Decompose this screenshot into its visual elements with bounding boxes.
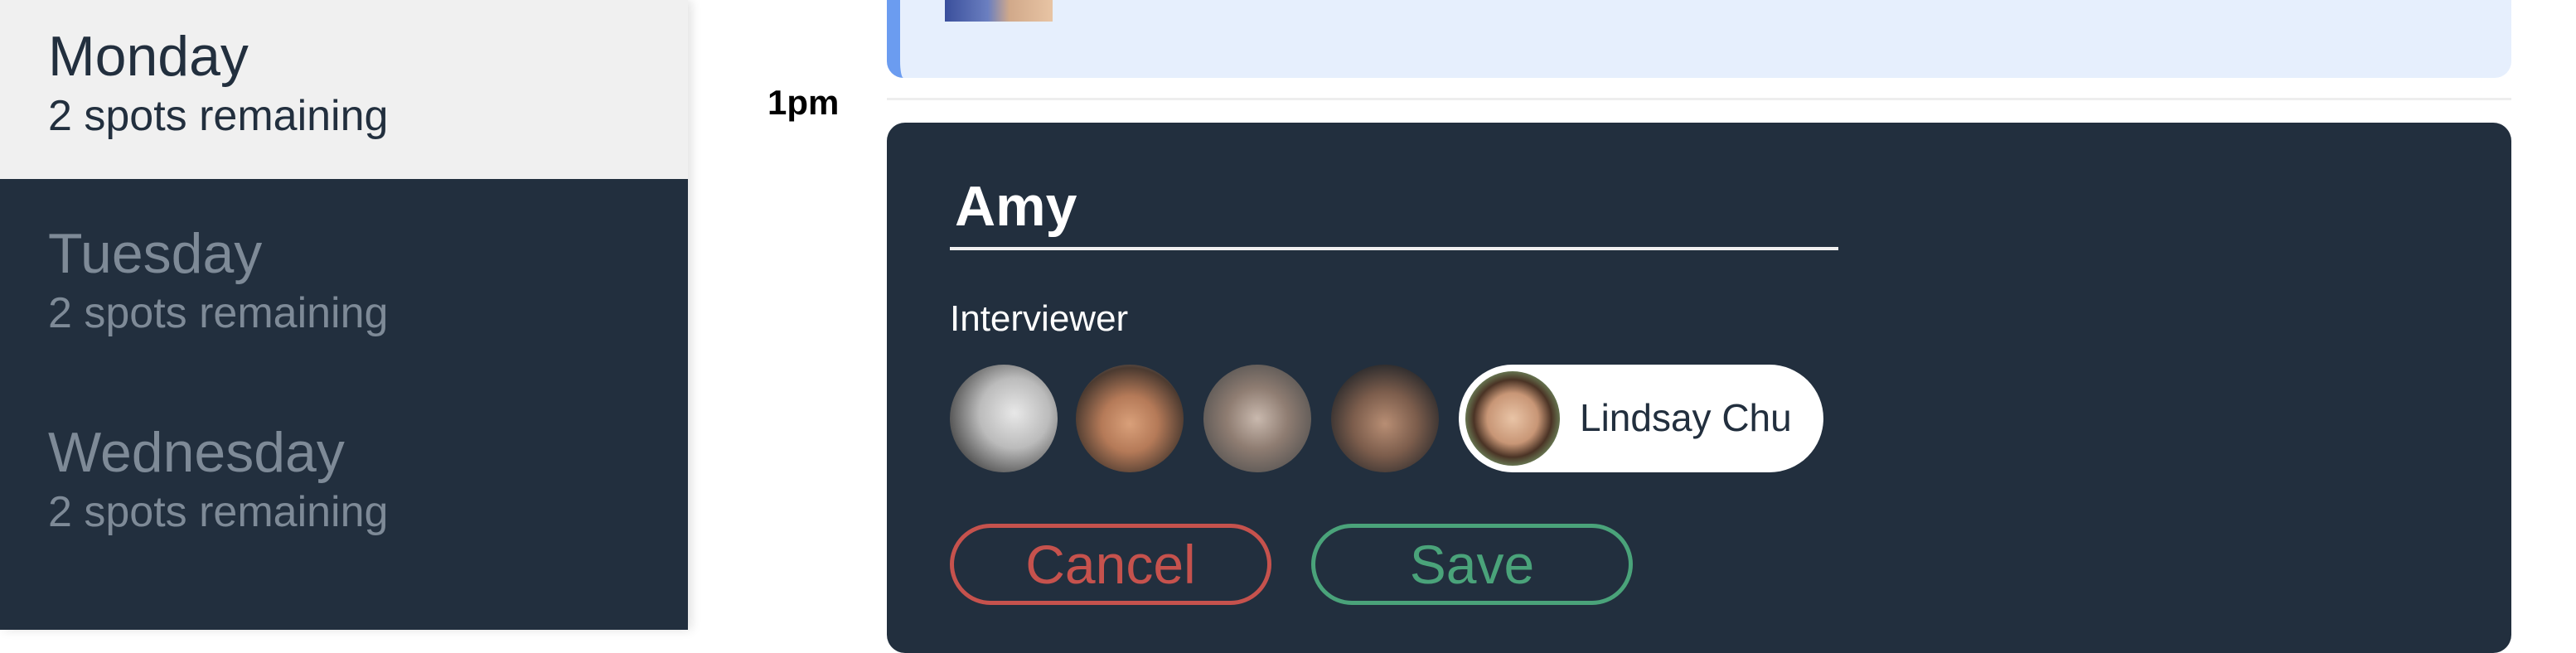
day-name: Monday (48, 25, 249, 88)
interviewer-label: Interviewer (950, 298, 1129, 339)
day-list-sidebar: Monday 2 spots remaining Tuesday 2 spots… (0, 0, 688, 630)
appointment-editor: Interviewer Lindsay Chu Cancel Save (887, 123, 2511, 653)
selected-interviewer[interactable]: Lindsay Chu (1459, 365, 1823, 472)
time-slot-label: 1pm (767, 83, 840, 122)
day-spots-remaining: 2 spots remaining (48, 289, 389, 337)
avatar-icon (950, 365, 1058, 472)
day-name: Wednesday (48, 421, 345, 484)
save-button[interactable]: Save (1311, 524, 1633, 605)
student-name-input[interactable] (950, 166, 1838, 250)
day-item-tuesday[interactable]: Tuesday 2 spots remaining (0, 179, 688, 378)
appointment-avatar-icon (945, 0, 1053, 22)
day-spots-remaining: 2 spots remaining (48, 92, 389, 140)
interviewer-avatar-3[interactable] (1203, 365, 1311, 472)
avatar-icon (1331, 365, 1439, 472)
day-spots-remaining: 2 spots remaining (48, 488, 389, 536)
interviewer-avatar-2[interactable] (1076, 365, 1184, 472)
day-name: Tuesday (48, 222, 263, 285)
interviewer-avatar-1[interactable] (950, 365, 1058, 472)
avatar-icon (1076, 365, 1184, 472)
previous-appointment[interactable] (887, 0, 2511, 78)
interviewer-avatar-4[interactable] (1331, 365, 1439, 472)
day-item-monday[interactable]: Monday 2 spots remaining (0, 0, 688, 179)
day-item-wednesday[interactable]: Wednesday 2 spots remaining (0, 378, 688, 577)
cancel-button[interactable]: Cancel (950, 524, 1271, 605)
time-slot-divider (887, 98, 2511, 100)
avatar-icon (1203, 365, 1311, 472)
selected-interviewer-name: Lindsay Chu (1580, 396, 1792, 439)
avatar-icon (1465, 371, 1560, 466)
